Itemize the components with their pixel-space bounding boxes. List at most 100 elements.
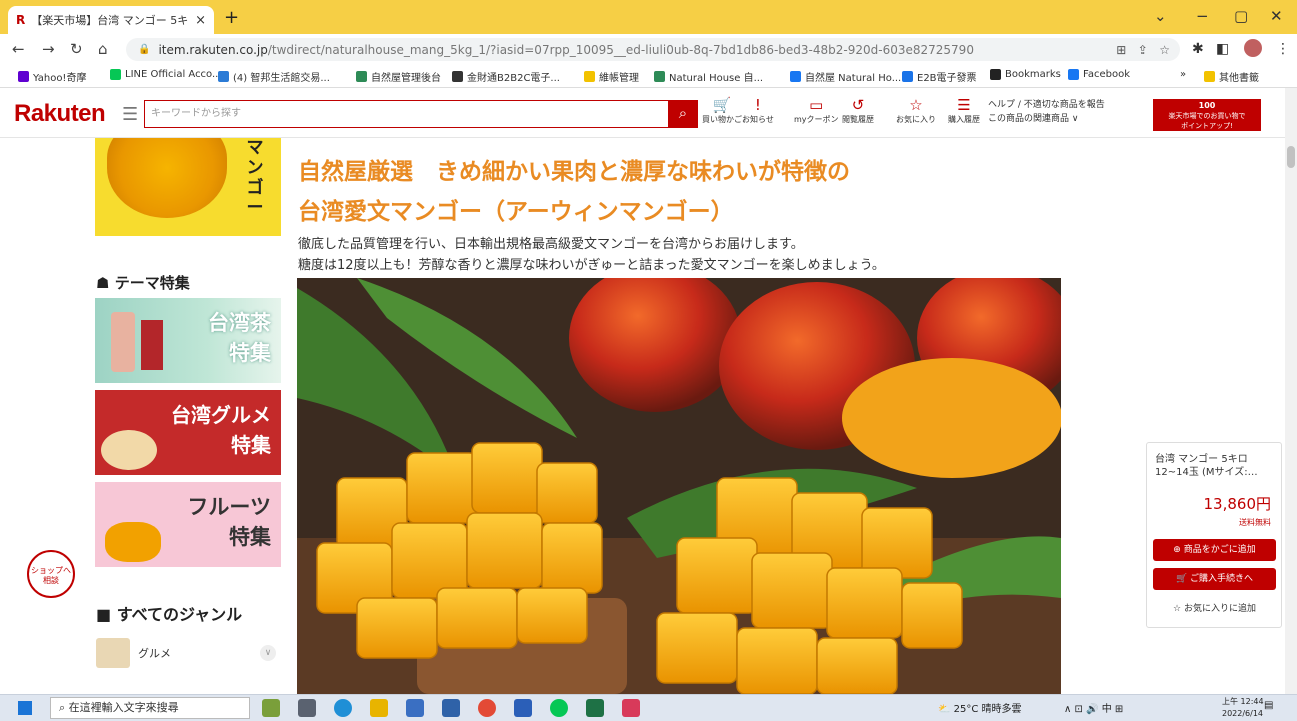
system-tray-icons[interactable]: ∧ ⊡ 🔊 中 ⊞ (1064, 700, 1123, 715)
tab-search-icon[interactable]: ⌄ (1154, 7, 1167, 25)
header-nav-notice[interactable]: ! お知らせ (742, 96, 774, 125)
share-icon[interactable]: ⇪ (1138, 43, 1148, 57)
bookmark-item[interactable]: E2B電子發票 (902, 69, 977, 84)
cart-product-name: 台湾 マンゴー 5キロ 12~14玉 (Mサイズ:… (1155, 454, 1258, 478)
close-tab-icon[interactable]: × (195, 13, 206, 28)
file-explorer-icon[interactable] (370, 699, 388, 717)
bookmark-item[interactable]: Bookmarks (990, 69, 1061, 80)
bookmark-item[interactable]: Yahoo!奇摩 (18, 69, 86, 84)
store-icon[interactable] (406, 699, 424, 717)
task-view-icon[interactable] (298, 699, 316, 717)
windows-start-icon[interactable] (18, 701, 32, 715)
keyboard-icon[interactable]: ⊞ (1115, 704, 1123, 715)
page-scrollbar[interactable] (1285, 88, 1297, 694)
tray-chevron-icon[interactable]: ∧ (1064, 704, 1071, 715)
search-button[interactable]: ⌕ (668, 100, 698, 128)
new-tab-button[interactable]: + (224, 7, 239, 28)
grid-icon: ■ (96, 605, 112, 624)
shop-consult-button[interactable]: ショップへ 相談 (27, 550, 75, 598)
network-icon[interactable]: ⊡ (1075, 704, 1083, 715)
notification-icon[interactable]: ▤ (1264, 700, 1273, 711)
bookmark-item[interactable]: LINE Official Acco... (110, 69, 222, 80)
forward-icon[interactable]: → (42, 40, 55, 58)
taskbar-search-input[interactable]: ⌕ 在這裡輸入文字來搜尋 (50, 697, 250, 719)
minimize-icon[interactable]: − (1196, 7, 1209, 25)
bookmark-favicon-icon (356, 71, 367, 82)
volume-icon[interactable]: 🔊 (1086, 704, 1098, 715)
back-icon[interactable]: ← (12, 40, 25, 58)
help-report-link[interactable]: ヘルプ / 不適切な商品を報告 (988, 98, 1105, 112)
rakuten-favicon-icon: R (16, 13, 26, 27)
taskbar-clock[interactable]: 上午 12:44 2022/6/14 (1222, 696, 1264, 720)
browser-tab[interactable]: R 【楽天市場】台湾 マンゴー 5キ × (8, 6, 214, 34)
help-links[interactable]: ヘルプ / 不適切な商品を報告 この商品の関連商品 ∨ (988, 98, 1105, 126)
other-bookmarks[interactable]: 其他書籤 (1204, 69, 1259, 84)
add-to-cart-button[interactable]: ⊕ 商品をかごに追加 (1153, 539, 1276, 561)
theme-taiwan-tea[interactable]: 台湾茶 特集 (95, 298, 281, 383)
search-input[interactable]: キーワードから探す (144, 100, 692, 128)
banner-vertical-text: マンゴー (246, 138, 264, 218)
header-nav-receipt[interactable]: ☰ 購入履歴 (948, 96, 980, 125)
close-window-icon[interactable]: ✕ (1270, 7, 1283, 25)
extensions-icon[interactable]: ✱ (1192, 41, 1204, 57)
news-widget-icon[interactable] (262, 699, 280, 717)
bookmark-item[interactable]: 自然屋管理後台 (356, 69, 441, 84)
chevron-down-icon[interactable]: ∨ (260, 645, 276, 661)
excel-icon[interactable] (586, 699, 604, 717)
side-panel-icon[interactable]: ◧ (1216, 41, 1229, 57)
tab-title: 【楽天市場】台湾 マンゴー 5キ (31, 14, 189, 27)
header-nav-history[interactable]: ↺ 閲覧履歴 (842, 96, 874, 125)
genre-item-gourmet[interactable]: グルメ ∨ (96, 637, 276, 669)
product-description: 徹底した品質管理を行い、日本輸出規格最高級愛文マンゴーを台湾からお届けします。 … (298, 237, 885, 273)
url-bar[interactable]: 🔒 item.rakuten.co.jp/twdirect/naturalhou… (126, 38, 1180, 61)
related-items-link[interactable]: この商品の関連商品 ∨ (988, 112, 1105, 126)
star-icon: ☆ (909, 96, 923, 114)
bookmark-favicon-icon (584, 71, 595, 82)
profile-avatar[interactable] (1244, 39, 1262, 57)
weather-widget[interactable]: ⛅ 25°C 晴時多雲 (938, 700, 1022, 715)
tea-box-image (141, 320, 163, 370)
bookmark-item[interactable]: Facebook (1068, 69, 1130, 80)
theme-section-title: ☗ テーマ特集 (96, 274, 190, 292)
bookmark-item[interactable]: 金財通B2B2C電子... (452, 69, 560, 84)
rakuten-logo[interactable]: Rakuten (14, 100, 106, 128)
bookmark-star-icon[interactable]: ☆ (1159, 43, 1170, 57)
checkout-button[interactable]: 🛒 ご購入手続きへ (1153, 568, 1276, 590)
reload-icon[interactable]: ↻ (70, 40, 83, 58)
url-domain: item.rakuten.co.jp (158, 42, 268, 57)
mango-category-banner[interactable]: マンゴー (95, 138, 281, 236)
translate-icon[interactable]: ⊞ (1116, 43, 1126, 57)
more-bookmarks-icon[interactable]: » (1180, 69, 1186, 80)
bookmark-item[interactable]: Natural House 自... (654, 69, 763, 84)
edge-icon[interactable] (334, 699, 352, 717)
theme-fruit[interactable]: フルーツ 特集 (95, 482, 281, 567)
photos-icon[interactable] (622, 699, 640, 717)
bookmark-item[interactable]: 自然屋 Natural Ho... (790, 69, 901, 84)
menu-icon[interactable]: ⋮ (1276, 41, 1290, 57)
calculator-icon[interactable] (442, 699, 460, 717)
header-nav-coupon[interactable]: ▭ myクーポン (794, 96, 839, 125)
ime-indicator[interactable]: 中 (1102, 704, 1112, 715)
bookmark-favicon-icon (990, 69, 1001, 80)
maximize-icon[interactable]: ▢ (1234, 7, 1248, 25)
header-nav-star[interactable]: ☆ お気に入り (896, 96, 936, 125)
theme-taiwan-gourmet[interactable]: 台湾グルメ 特集 (95, 390, 281, 475)
coupon-icon: ▭ (809, 96, 824, 114)
add-favorite-button[interactable]: ☆ お気に入りに追加 (1153, 598, 1276, 620)
all-genres-title: ■ すべてのジャンル (96, 605, 243, 624)
line-icon[interactable] (550, 699, 568, 717)
hamburger-menu-icon[interactable]: ☰ (122, 104, 138, 125)
scrollbar-thumb[interactable] (1287, 146, 1295, 168)
header-nav-cart[interactable]: 🛒 買い物かご (702, 96, 742, 125)
screen: R 【楽天市場】台湾 マンゴー 5キ × + ⌄ − ▢ ✕ ← → ↻ ⌂ 🔒… (0, 0, 1297, 721)
point-up-banner[interactable]: 100 楽天市場でのお買い物で ポイントアップ! (1153, 99, 1261, 131)
bookmark-item[interactable]: (4) 智邦生活館交易... (218, 69, 330, 84)
home-icon[interactable]: ⌂ (98, 40, 108, 58)
search-icon: ⌕ (678, 104, 688, 122)
bookmark-item[interactable]: 維帳管理 (584, 69, 639, 84)
tag-icon: ☗ (96, 274, 110, 292)
bookmark-favicon-icon (790, 71, 801, 82)
fruit-image (105, 522, 161, 562)
word-icon[interactable] (514, 699, 532, 717)
chrome-icon[interactable] (478, 699, 496, 717)
